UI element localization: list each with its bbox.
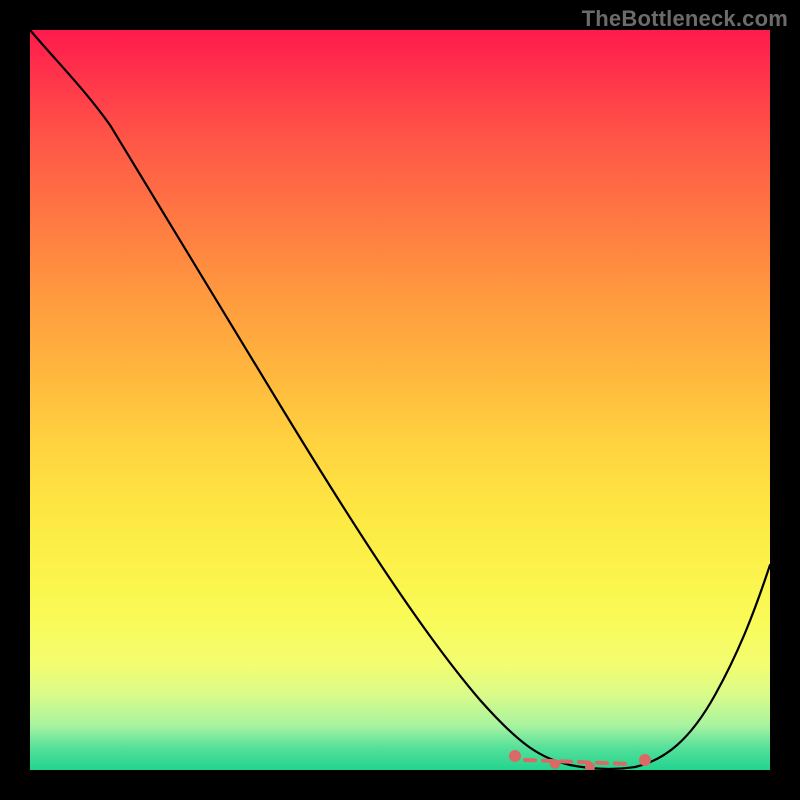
marker-dot xyxy=(639,754,651,766)
bottleneck-curve xyxy=(30,30,770,769)
marker-dot xyxy=(509,750,521,762)
marker-dash-line xyxy=(525,760,630,764)
chart-container: TheBottleneck.com xyxy=(0,0,800,800)
marker-dot xyxy=(550,759,560,769)
plot-area xyxy=(30,30,770,770)
curve-svg xyxy=(30,30,770,770)
watermark-text: TheBottleneck.com xyxy=(582,6,788,32)
